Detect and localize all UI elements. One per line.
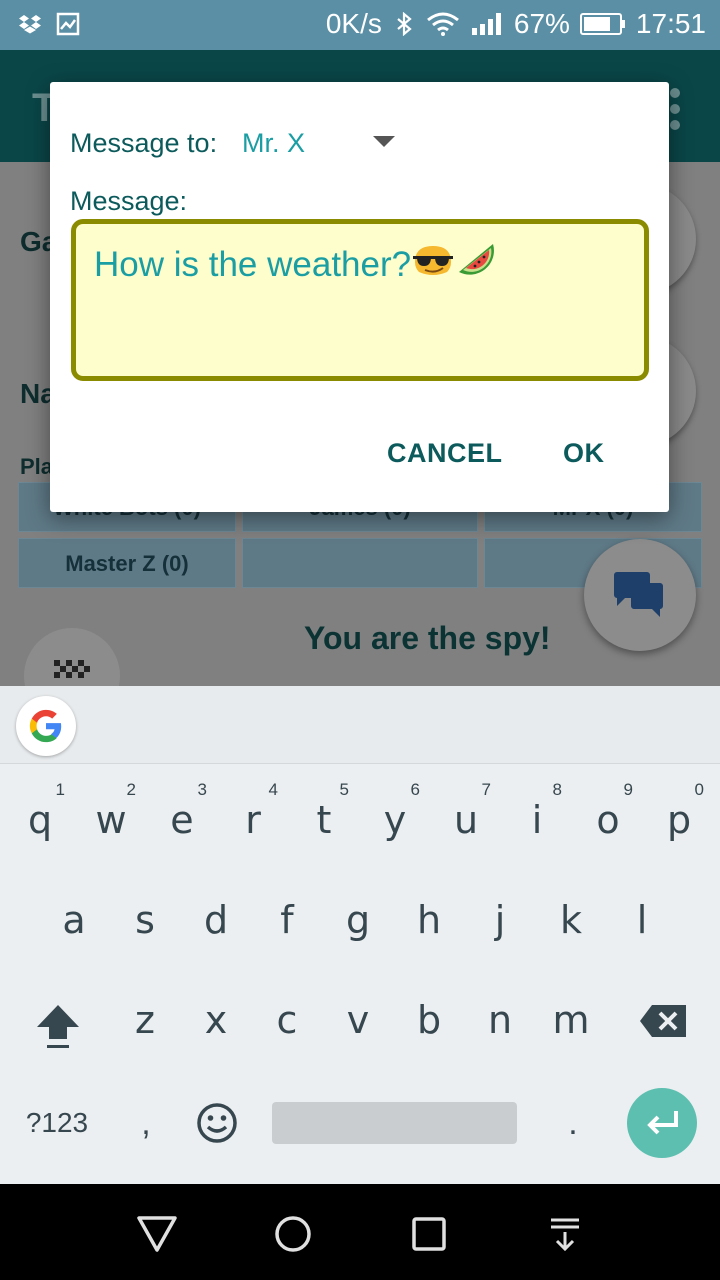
message-dialog: Message to: Mr. X Message: How is the we… — [50, 82, 669, 512]
soft-keyboard: 1q 2w 3e 4r 5t 6y 7u 8i 9o 0p a s d f g … — [0, 686, 720, 1184]
key-i[interactable]: 8i — [502, 776, 572, 866]
google-button[interactable] — [16, 696, 76, 756]
key-j[interactable]: j — [465, 876, 535, 966]
key-t[interactable]: 5t — [289, 776, 359, 866]
clock: 17:51 — [635, 8, 706, 39]
smiley-icon — [197, 1103, 237, 1143]
players-label: Pla — [20, 454, 54, 479]
key-n[interactable]: n — [465, 976, 535, 1066]
key-o[interactable]: 9o — [573, 776, 643, 866]
signal-icon — [471, 13, 501, 35]
recipient-label: Message to: — [70, 128, 218, 158]
key-v[interactable]: v — [323, 976, 393, 1066]
key-k[interactable]: k — [536, 876, 606, 966]
backspace-icon — [640, 1005, 686, 1037]
message-input[interactable]: How is the weather? — [71, 219, 649, 381]
period-key[interactable]: . — [548, 1096, 598, 1150]
comma-key[interactable]: , — [124, 1096, 168, 1150]
sunglasses-emoji — [413, 246, 454, 275]
recipient-value[interactable]: Mr. X — [242, 128, 305, 159]
home-icon[interactable] — [271, 1212, 315, 1256]
enter-icon — [647, 1111, 678, 1135]
key-u[interactable]: 7u — [431, 776, 501, 866]
enter-key[interactable] — [627, 1088, 697, 1158]
image-icon — [56, 12, 80, 36]
shift-key[interactable] — [20, 986, 96, 1066]
backspace-key[interactable] — [626, 986, 702, 1056]
message-label: Message: — [70, 186, 188, 216]
message-text: How is the weather? — [94, 245, 412, 284]
key-d[interactable]: d — [181, 876, 251, 966]
key-x[interactable]: x — [181, 976, 251, 1066]
key-s[interactable]: s — [110, 876, 180, 966]
cancel-button[interactable]: CANCEL — [387, 438, 503, 469]
wifi-icon — [426, 12, 459, 36]
bluetooth-icon — [397, 12, 412, 36]
key-a[interactable]: a — [39, 876, 109, 966]
recents-icon[interactable] — [407, 1212, 451, 1256]
dropdown-arrow-icon[interactable] — [373, 136, 395, 147]
suggestion-strip — [0, 686, 720, 764]
status-bar: 0K/s 67% 17:51 — [0, 0, 720, 50]
key-e[interactable]: 3e — [147, 776, 217, 866]
battery-icon — [579, 13, 625, 35]
player-cell[interactable] — [242, 538, 478, 588]
key-z[interactable]: z — [110, 976, 180, 1066]
ok-button[interactable]: OK — [563, 438, 605, 469]
spy-status-text: You are the spy! — [304, 620, 551, 656]
key-f[interactable]: f — [252, 876, 322, 966]
key-y[interactable]: 6y — [360, 776, 430, 866]
overflow-menu-icon[interactable] — [670, 88, 680, 130]
symbols-key[interactable]: ?123 — [14, 1096, 100, 1150]
battery-percent: 67% — [513, 8, 570, 39]
key-m[interactable]: m — [536, 976, 606, 1066]
dropbox-icon — [19, 15, 41, 34]
emoji-key[interactable] — [192, 1098, 242, 1148]
key-w[interactable]: 2w — [76, 776, 146, 866]
navigation-bar — [0, 1184, 720, 1280]
key-g[interactable]: g — [323, 876, 393, 966]
key-r[interactable]: 4r — [218, 776, 288, 866]
key-b[interactable]: b — [394, 976, 464, 1066]
google-icon — [29, 709, 62, 743]
player-cell[interactable]: Master Z (0) — [18, 538, 236, 588]
key-c[interactable]: c — [252, 976, 322, 1066]
shift-icon — [37, 1005, 79, 1048]
key-q[interactable]: 1q — [5, 776, 75, 866]
key-h[interactable]: h — [394, 876, 464, 966]
watermelon-emoji — [459, 244, 495, 275]
chat-button[interactable] — [584, 539, 696, 651]
chat-icon — [614, 572, 663, 617]
notification-pulldown-icon[interactable] — [543, 1212, 587, 1256]
space-key[interactable] — [272, 1102, 517, 1144]
back-icon[interactable] — [135, 1212, 179, 1256]
key-l[interactable]: l — [607, 876, 677, 966]
net-speed: 0K/s — [325, 8, 382, 39]
key-p[interactable]: 0p — [644, 776, 714, 866]
